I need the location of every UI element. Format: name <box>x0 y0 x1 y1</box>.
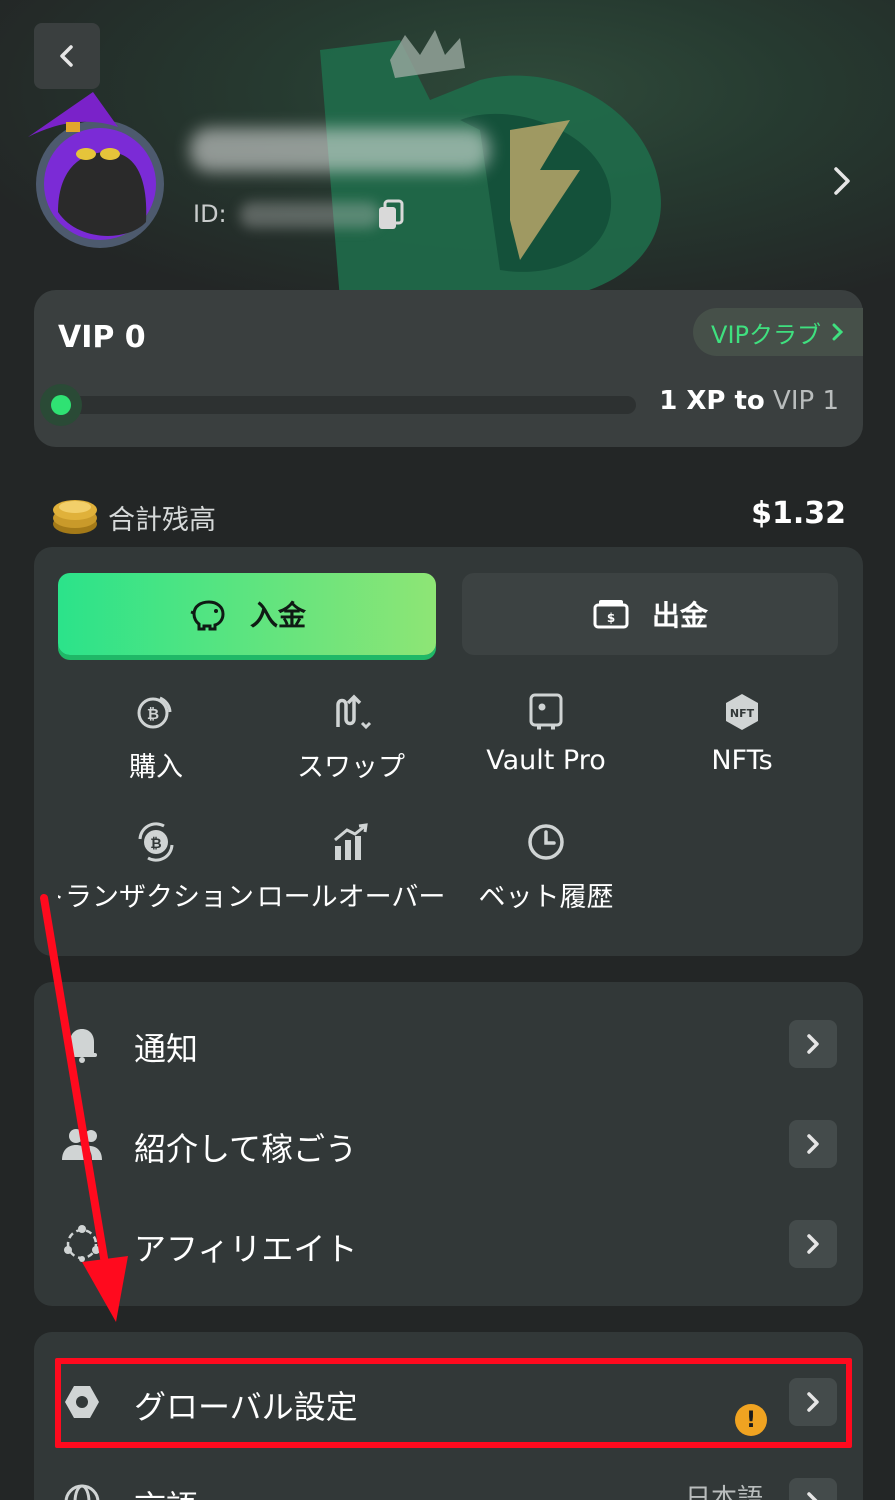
clock-icon <box>528 824 564 860</box>
cash-register-icon: $ <box>593 600 629 629</box>
vip-level: VIP 0 <box>58 320 146 355</box>
vip-next-xp: 1 XP to <box>659 386 765 416</box>
chevron-right-icon <box>807 1234 819 1254</box>
users-icon <box>62 1129 102 1160</box>
chevron-left-icon <box>60 45 73 67</box>
chevron-right-icon <box>807 1492 818 1500</box>
back-button[interactable] <box>34 23 100 89</box>
vip-next-level-name: VIP 1 <box>773 386 839 416</box>
profile-chevron-right-icon[interactable] <box>828 165 856 197</box>
user-id-label: ID: <box>193 200 227 228</box>
nft-icon: NFT <box>726 694 758 730</box>
total-balance-row: 合計残高 $1.32 <box>50 490 850 540</box>
vip-next-level: 1 XP to VIP 1 <box>659 386 839 416</box>
vip-card: VIP 0 VIPクラブ 1 XP to VIP 1 <box>34 290 863 447</box>
menu-item-language[interactable]: 言語 日本語 <box>34 1452 863 1500</box>
action-label: ロールオーバー <box>256 882 446 913</box>
vip-club-button[interactable]: VIPクラブ <box>693 308 863 356</box>
menu-item-label: 紹介して稼ごう <box>134 1130 358 1168</box>
action-rollover[interactable]: ロールオーバー <box>253 817 449 927</box>
svg-text:$: $ <box>607 611 615 625</box>
menu-item-label: 通知 <box>134 1030 199 1068</box>
svg-text:NFT: NFT <box>730 707 755 720</box>
action-label: NFTs <box>711 745 773 776</box>
chevron-right-button[interactable] <box>789 1020 837 1068</box>
withdraw-button[interactable]: $ 出金 <box>462 573 838 655</box>
total-balance-value: $1.32 <box>751 496 846 531</box>
chevron-right-icon <box>832 323 843 341</box>
action-nfts[interactable]: NFT NFTs <box>644 687 840 797</box>
action-label: Vault Pro <box>486 745 606 776</box>
svg-text:₿: ₿ <box>150 836 161 852</box>
action-transactions[interactable]: ₿ トランザクション <box>58 817 254 927</box>
action-label: スワップ <box>297 752 405 783</box>
globe-icon <box>64 1484 100 1500</box>
vault-icon <box>529 693 563 730</box>
action-swap[interactable]: スワップ <box>253 687 449 797</box>
vip-progress-indicator <box>40 384 82 426</box>
bitcoin-coin-icon: ₿ <box>137 696 172 729</box>
action-label: トランザクション <box>58 882 254 913</box>
menu-item-notifications[interactable]: 通知 <box>34 994 863 1094</box>
action-label: ベット履歴 <box>478 882 614 913</box>
vip-club-label: VIPクラブ <box>711 320 821 349</box>
wallet-card: 入金 $ 出金 ₿ 購入 スワップ Vault Pro NFT NFTs ₿ ト… <box>34 547 863 956</box>
swap-arrows-icon <box>336 694 372 730</box>
chevron-right-icon <box>807 1034 819 1054</box>
bitcoin-cycle-icon: ₿ <box>138 822 174 862</box>
action-buy[interactable]: ₿ 購入 <box>58 687 254 797</box>
action-vault-pro[interactable]: Vault Pro <box>448 687 644 797</box>
menu-item-affiliate[interactable]: アフィリエイト <box>34 1194 863 1294</box>
avatar[interactable] <box>28 92 168 252</box>
copy-icon[interactable] <box>376 198 406 232</box>
highlight-box <box>55 1358 852 1448</box>
action-bet-history[interactable]: ベット履歴 <box>448 817 644 927</box>
rollover-chart-icon <box>334 823 368 860</box>
account-menu: 通知 紹介して稼ごう アフィリエイト <box>34 982 863 1306</box>
deposit-label: 入金 <box>249 599 306 632</box>
coin-stack-icon <box>53 500 97 534</box>
network-icon <box>64 1225 100 1262</box>
chevron-right-button[interactable] <box>789 1220 837 1268</box>
menu-item-label: 言語 <box>134 1482 198 1500</box>
action-label: 購入 <box>129 752 183 783</box>
vip-progress-bar <box>54 396 636 414</box>
deposit-button[interactable]: 入金 <box>58 573 436 655</box>
bell-icon <box>67 1029 97 1063</box>
menu-item-label: アフィリエイト <box>134 1230 358 1268</box>
user-id-redacted <box>240 202 380 228</box>
username-redacted <box>190 128 490 172</box>
chevron-right-button[interactable] <box>789 1478 837 1500</box>
language-value: 日本語 <box>684 1484 763 1500</box>
menu-item-referral[interactable]: 紹介して稼ごう <box>34 1094 863 1194</box>
piggy-bank-icon <box>190 600 225 631</box>
withdraw-label: 出金 <box>651 599 708 632</box>
chevron-right-icon <box>807 1134 819 1154</box>
svg-text:₿: ₿ <box>147 705 159 723</box>
total-balance-label: 合計残高 <box>108 505 216 536</box>
chevron-right-button[interactable] <box>789 1120 837 1168</box>
